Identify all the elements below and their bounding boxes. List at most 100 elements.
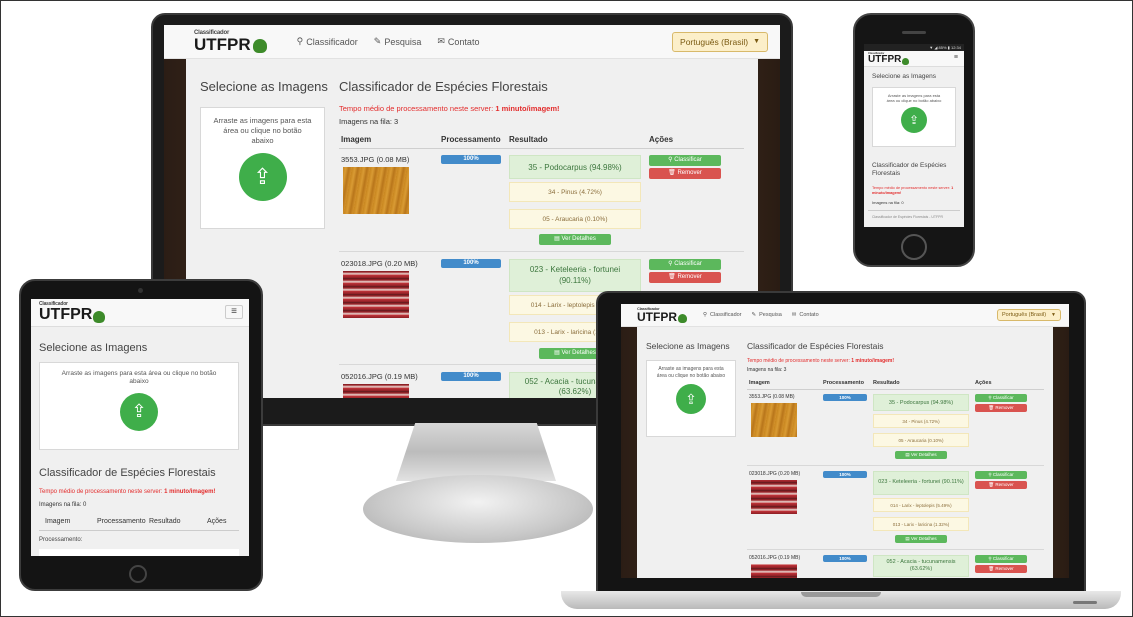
col-resultado: Resultado [509,135,548,144]
laptop-row2-details-button[interactable]: ▤ Ver Detalhes [895,535,947,543]
laptop-nav-classificador[interactable]: ⚲ Classificador [703,312,742,318]
laptop-badge [1073,601,1097,604]
tablet-screen: Classificador UTFPR ≡ Selecione as Image… [31,299,249,556]
logo-utfpr: UTFPR [194,35,251,54]
nav-contato-label: Contato [447,36,480,47]
laptop-row2-classify-label: Classificar [992,472,1014,477]
phone-dropzone-text: Arraste as imagens para esta área ou cli… [886,93,942,104]
trash-icon: 🗑 [988,566,995,571]
laptop-row1-result-2: 34 - Pinus (4.72%) [873,414,969,428]
laptop-avg-time: Tempo médio de processamento neste serve… [747,358,894,364]
tablet-avg-time: Tempo médio de processamento neste serve… [39,489,215,495]
search-icon: ⚲ [703,312,708,318]
tablet-col-imagem: Imagem [45,518,71,525]
laptop-row1-thumbnail [751,403,797,437]
phone-logo[interactable]: Classificador UTFPR [868,52,910,65]
phone-upload-button[interactable]: ⇪ [901,107,927,134]
upload-button[interactable]: ⇪ [238,153,287,202]
laptop-nav-classificador-label: Classificador [710,312,742,318]
row1-details-button[interactable]: ▤ Ver Detalhes [539,234,611,245]
tablet-logo-utfpr: UTFPR [39,306,93,323]
monitor-stand-neck [396,423,556,481]
row1-classify-button[interactable]: ⚲ Classificar [649,155,721,166]
tablet-logo[interactable]: Classificador UTFPR [39,302,106,323]
tree-icon [678,314,687,323]
row1-classify-label: Classificar [674,157,702,163]
tablet-home-button[interactable] [129,565,147,583]
upload-icon: ⇪ [908,113,920,128]
tree-icon [902,58,910,65]
laptop-logo[interactable]: Classificador UTFPR [637,307,687,323]
desktop-navbar: Classificador UTFPR ⚲ Classificador ✎ Pesq… [164,25,780,59]
logo[interactable]: Classificador UTFPR [194,30,267,53]
nav-classificador[interactable]: ⚲ Classificador [297,36,358,47]
caret-down-icon: ▼ [753,38,760,45]
row2-remove-button[interactable]: 🗑 Remover [649,272,721,283]
laptop-row-divider-1 [747,465,1044,466]
phone-footer: Classificador de Espécies Florestais - U… [872,215,943,219]
tablet-upload-button[interactable]: ⇪ [120,392,158,431]
dropzone[interactable]: Arraste as imagens para esta área ou cli… [200,107,325,229]
list-icon: ▤ [905,536,910,541]
nav-classificador-label: Classificador [306,36,358,47]
upload-icon: ⇪ [253,164,272,190]
trash-icon: 🗑 [988,405,995,410]
envelope-icon: ✉ [437,36,445,46]
laptop-upload-button[interactable]: ⇪ [676,384,706,414]
row1-thumbnail [343,167,409,214]
laptop-logo-utfpr: UTFPR [637,310,677,324]
tree-icon [252,39,267,53]
phone-upload-title: Selecione as Imagens [872,73,936,80]
laptop-row1-remove-button[interactable]: 🗑 Remover [975,404,1027,412]
row2-classify-button[interactable]: ⚲ Classificar [649,259,721,270]
laptop-row1-details-button[interactable]: ▤ Ver Detalhes [895,451,947,459]
laptop-dropzone[interactable]: Arraste as imagens para esta área ou cli… [646,360,736,437]
laptop-row3-remove-button[interactable]: 🗑 Remover [975,565,1027,573]
laptop-row3-remove-label: Remover [995,566,1014,571]
phone-avg-time-label: Tempo médio de processamento neste serve… [872,186,951,190]
laptop-language-select[interactable]: Português (Brasil) ▼ [997,309,1061,321]
nav-pesquisa[interactable]: ✎ Pesquisa [374,36,422,47]
laptop-row2-remove-button[interactable]: 🗑 Remover [975,481,1027,489]
laptop-queue-count: Imagens na fila: 3 [747,367,787,373]
laptop-navbar: Classificador UTFPR ⚲ Classificador ✎ Pesq… [621,304,1069,327]
row1-result-3: 05 - Araucaria (0.10%) [509,209,641,229]
nav-contato[interactable]: ✉ Contato [437,36,479,47]
laptop-row2-progress: 100% [823,471,867,478]
laptop-nav-contato-label: Contato [799,312,819,318]
laptop-row3-classify-button[interactable]: ⚲ Classificar [975,555,1027,563]
upload-title: Selecione as Imagens [200,79,328,94]
trash-icon: 🗑 [988,482,995,487]
row1-remove-button[interactable]: 🗑 Remover [649,168,721,179]
laptop-row1-classify-button[interactable]: ⚲ Classificar [975,394,1027,402]
row2-details-label: Ver Detalhes [561,350,596,356]
logo-main-text: UTFPR [194,36,267,53]
laptop-screen: Classificador UTFPR ⚲ Classificador ✎ Pesq… [621,304,1069,578]
row1-remove-label: Remover [677,170,702,176]
phone-dropzone[interactable]: Arraste as imagens para esta área ou cli… [872,87,956,147]
phone-speaker [902,31,926,34]
laptop-col-acoes: Ações [975,380,992,386]
language-select[interactable]: Português (Brasil) ▼ [672,31,768,52]
avg-time-value: 1 minuto/imagem! [495,104,560,113]
laptop-row1-result-main: 35 - Podocarpus (94.98%) [873,394,969,411]
tablet-logo-main: UTFPR [39,306,106,323]
laptop-nav-contato[interactable]: ✉ Contato [792,312,819,318]
tablet-col-resultado: Resultado [149,518,181,525]
phone-home-button[interactable] [901,234,927,260]
laptop-dropzone-text: Arraste as imagens para esta área ou cli… [656,366,726,379]
laptop-row2-result-3: 013 - Larix - laricina (1.32%) [873,517,969,531]
row2-thumbnail [343,271,409,318]
hamburger-menu-icon[interactable]: ≡ [954,54,958,61]
search-icon: ⚲ [988,556,992,561]
laptop-col-imagem: Imagem [749,380,770,386]
hamburger-menu-icon[interactable]: ≡ [225,305,243,319]
row2-result-main: 023 - Keteleeria - fortunei (90.11%) [509,259,641,292]
laptop-row1-filename: 3553.JPG (0.08 MB) [749,394,795,400]
envelope-icon: ✉ [791,312,797,318]
col-imagem: Imagem [341,135,372,144]
laptop-nav-pesquisa[interactable]: ✎ Pesquisa [752,312,782,318]
laptop-row2-classify-button[interactable]: ⚲ Classificar [975,471,1027,479]
tablet-dropzone[interactable]: Arraste as imagens para esta área ou cli… [39,362,239,450]
search-icon: ⚲ [296,36,304,46]
